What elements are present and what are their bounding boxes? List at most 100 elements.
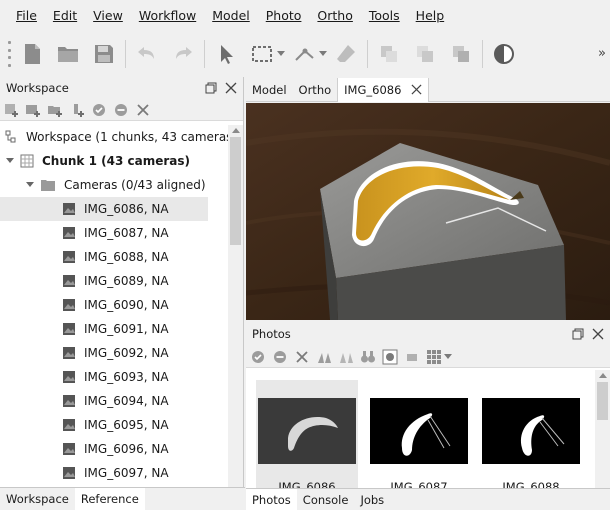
tree-root[interactable]: Workspace (1 chunks, 43 cameras): [0, 125, 228, 149]
camera-item[interactable]: IMG_6087, NA: [0, 221, 228, 245]
camera-item[interactable]: IMG_6095, NA: [0, 413, 228, 437]
scroll-up-icon[interactable]: [599, 373, 607, 378]
camera-item[interactable]: IMG_6086, NA: [0, 197, 208, 221]
navigation-button[interactable]: [208, 36, 244, 72]
chevron-double-right-icon[interactable]: »: [598, 46, 606, 61]
camera-item[interactable]: IMG_6094, NA: [0, 389, 228, 413]
camera-label: IMG_6090, NA: [84, 298, 169, 312]
new-document-icon: [25, 44, 40, 64]
folder-icon: [41, 180, 55, 191]
add-photos-icon[interactable]: [25, 102, 41, 118]
photo-thumb-caption: IMG_6088: [502, 480, 560, 488]
chevron-down-icon[interactable]: [444, 353, 452, 360]
rotate-left-icon[interactable]: [316, 349, 332, 365]
tree-chunk[interactable]: Chunk 1 (43 cameras): [0, 149, 228, 173]
undo-button[interactable]: [129, 36, 165, 72]
photo-thumbnail[interactable]: IMG_6088: [480, 380, 582, 488]
remove-icon[interactable]: [135, 102, 151, 118]
toolbar-separator: [125, 40, 126, 68]
add-chunk-icon[interactable]: [3, 102, 19, 118]
photos-scrollbar[interactable]: [595, 370, 610, 488]
scroll-up-icon[interactable]: [232, 128, 240, 133]
view-tab-bar: Model Ortho IMG_6086: [246, 77, 610, 102]
collapse-arrow-icon[interactable]: [26, 181, 34, 189]
float-panel-icon[interactable]: [572, 328, 584, 340]
toolbar-grip-icon[interactable]: [4, 39, 14, 69]
open-button[interactable]: [50, 36, 86, 72]
tree-cameras-folder[interactable]: Cameras (0/43 aligned): [0, 173, 228, 197]
contrast-button[interactable]: [486, 36, 522, 72]
menu-workflow[interactable]: Workflow: [131, 0, 204, 32]
save-button[interactable]: [86, 36, 122, 72]
photo-thumbnail[interactable]: IMG_6087: [368, 380, 470, 488]
rotate-right-icon[interactable]: [338, 349, 354, 365]
tab-photo[interactable]: IMG_6086: [337, 77, 430, 102]
photos-toolbar: [246, 346, 610, 368]
add-folder-icon[interactable]: [47, 102, 63, 118]
float-panel-icon[interactable]: [205, 82, 217, 94]
ruler-button[interactable]: [286, 36, 322, 72]
camera-item[interactable]: IMG_6088, NA: [0, 245, 228, 269]
redo-button[interactable]: [165, 36, 201, 72]
tab-workspace[interactable]: Workspace: [0, 488, 75, 510]
camera-item[interactable]: IMG_6091, NA: [0, 317, 228, 341]
ruler-icon: [295, 48, 314, 61]
close-icon[interactable]: [411, 84, 422, 95]
camera-item[interactable]: IMG_6096, NA: [0, 437, 228, 461]
new-document-button[interactable]: [14, 36, 50, 72]
menu-tools[interactable]: Tools: [361, 0, 408, 32]
camera-item[interactable]: IMG_6090, NA: [0, 293, 228, 317]
workspace-scrollbar[interactable]: [228, 125, 243, 487]
tab-console[interactable]: Console: [297, 489, 355, 510]
small-view-icon[interactable]: [404, 349, 420, 365]
menu-model[interactable]: Model: [204, 0, 258, 32]
menu-photo[interactable]: Photo: [258, 0, 310, 32]
camera-item[interactable]: IMG_6092, NA: [0, 341, 228, 365]
chunk-icon: [20, 154, 34, 168]
menu-help[interactable]: Help: [408, 0, 453, 32]
ruler-dropdown[interactable]: [318, 51, 328, 57]
tab-model[interactable]: Model: [246, 78, 293, 102]
scrollbar-thumb[interactable]: [230, 137, 241, 245]
tab-ortho[interactable]: Ortho: [293, 78, 338, 102]
menu-view[interactable]: View: [85, 0, 131, 32]
main-toolbar: [0, 32, 610, 76]
close-icon[interactable]: [225, 82, 237, 94]
menu-edit[interactable]: Edit: [45, 0, 85, 32]
eraser-button[interactable]: [328, 36, 364, 72]
menu-ortho[interactable]: Ortho: [309, 0, 360, 32]
contrast-icon: [494, 44, 514, 64]
close-icon[interactable]: [592, 328, 604, 340]
remove-icon[interactable]: [294, 349, 310, 365]
binoculars-icon[interactable]: [360, 349, 376, 365]
duplicate-icon: [417, 46, 433, 62]
copy-button[interactable]: [371, 36, 407, 72]
eraser-icon: [337, 45, 355, 62]
chevron-down-icon: [277, 51, 285, 56]
camera-item[interactable]: IMG_6093, NA: [0, 365, 228, 389]
photo-thumbnail[interactable]: IMG_6086: [256, 380, 358, 488]
tab-jobs[interactable]: Jobs: [354, 489, 390, 510]
enable-icon[interactable]: [91, 102, 107, 118]
add-marker-icon[interactable]: [69, 102, 85, 118]
camera-item[interactable]: IMG_6089, NA: [0, 269, 228, 293]
workspace-title: Workspace: [6, 81, 69, 95]
disable-icon[interactable]: [113, 102, 129, 118]
photo-viewer[interactable]: [246, 103, 610, 320]
tab-reference[interactable]: Reference: [74, 488, 145, 510]
mask-icon[interactable]: [382, 349, 398, 365]
selection-dropdown[interactable]: [276, 51, 286, 57]
duplicate-button[interactable]: [407, 36, 443, 72]
menu-file[interactable]: File: [8, 0, 45, 32]
merge-button[interactable]: [443, 36, 479, 72]
rectangle-selection-button[interactable]: [244, 36, 280, 72]
camera-photo-icon: [63, 347, 75, 359]
enable-icon[interactable]: [250, 349, 266, 365]
collapse-arrow-icon[interactable]: [6, 157, 14, 165]
camera-item[interactable]: IMG_6097, NA: [0, 461, 228, 485]
undo-icon: [138, 47, 154, 59]
grid-view-icon[interactable]: [426, 349, 442, 365]
scrollbar-thumb[interactable]: [597, 382, 608, 420]
disable-icon[interactable]: [272, 349, 288, 365]
tab-photos[interactable]: Photos: [246, 489, 297, 510]
